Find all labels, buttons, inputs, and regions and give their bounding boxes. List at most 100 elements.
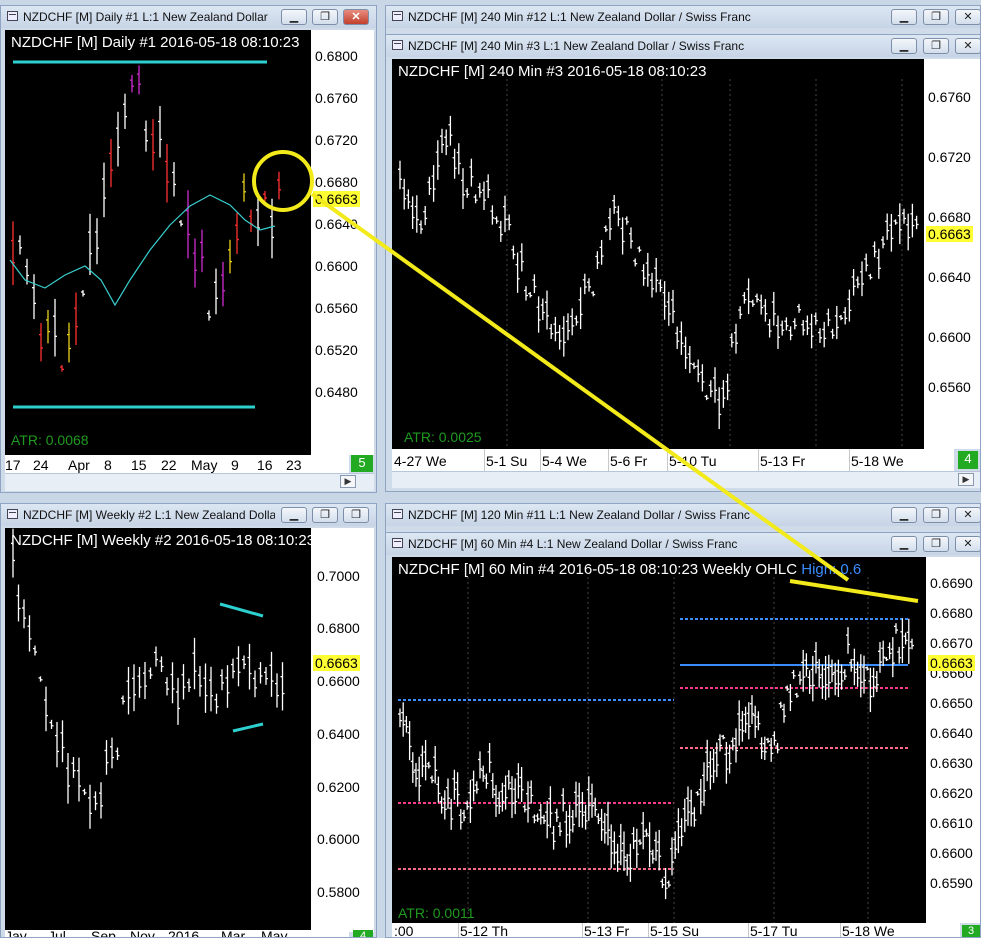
time-label: 9 [231, 457, 239, 473]
chart-window-icon [392, 11, 403, 21]
chart-window-icon [7, 11, 18, 21]
current-price-label: 0.6663 [928, 655, 975, 671]
h240-header: NZDCHF [M] 240 Min #3 2016-05-18 08:10:2… [398, 63, 707, 80]
price-tick: 0.6650 [930, 695, 973, 711]
h240-scrollbar[interactable]: ▶ [392, 471, 980, 488]
m60-plot-area[interactable]: NZDCHF [M] 60 Min #4 2016-05-18 08:10:23… [392, 557, 926, 923]
chart-window-icon [7, 509, 18, 519]
price-tick: 0.7000 [317, 568, 360, 584]
close-button[interactable]: ✕ [343, 9, 369, 25]
time-label: 24 [33, 457, 49, 473]
h240-window-title: NZDCHF [M] 240 Min #3 L:1 New Zealand Do… [408, 39, 745, 53]
m60-time-axis[interactable]: :00 5-12 Th 5-13 Fr 5-15 Su 5-17 Tu 5-18… [392, 923, 960, 938]
price-tick: 0.6760 [928, 89, 971, 105]
time-label: 5-1 Su [486, 453, 528, 469]
chart-window-icon [392, 40, 403, 50]
time-label: 5-6 Fr [610, 453, 648, 469]
daily-chart-window[interactable]: NZDCHF [M] Daily #1 L:1 New Zealand Doll… [0, 5, 377, 493]
daily-scrollbar[interactable]: ▶ [5, 473, 374, 491]
h240-time-axis[interactable]: 4-27 We 5-1 Su 5-4 We 5-6 Fr 5-10 Tu 5-1… [392, 449, 954, 471]
time-separator [758, 449, 759, 471]
price-tick: 0.6800 [315, 48, 358, 64]
price-tick: 0.6640 [928, 269, 971, 285]
weekly-chart-window[interactable]: NZDCHF [M] Weekly #2 L:1 New Zealand Dol… [0, 503, 377, 938]
time-label: 22 [161, 457, 177, 473]
time-label: :00 [394, 923, 414, 938]
h240-back-window[interactable]: NZDCHF [M] 240 Min #12 L:1 New Zealand D… [385, 5, 981, 35]
daily-plot-area[interactable]: NZDCHF [M] Daily #1 2016-05-18 08:10:23 … [5, 30, 311, 455]
m120-title-bar[interactable]: NZDCHF [M] 120 Min #11 L:1 New Zealand D… [386, 504, 980, 526]
price-tick: 0.5800 [317, 884, 360, 900]
minimize-button[interactable]: ▁ [281, 9, 307, 25]
minimize-button[interactable]: ▁ [891, 507, 917, 523]
time-label: 15 [131, 457, 147, 473]
time-label: 5-10 Tu [669, 453, 717, 469]
daily-title-bar[interactable]: NZDCHF [M] Daily #1 L:1 New Zealand Doll… [1, 6, 376, 28]
restore-button[interactable]: ❐ [923, 507, 949, 523]
time-label: May [261, 930, 288, 938]
h240-price-axis[interactable]: 0.6760 0.6720 0.6680 0.6640 0.6600 0.656… [924, 59, 980, 449]
price-tick: 0.6680 [928, 209, 971, 225]
m60-title-bar[interactable]: NZDCHF [M] 60 Min #4 L:1 New Zealand Dol… [386, 533, 980, 555]
m60-atr: ATR: 0.0011 [398, 905, 475, 921]
time-label: 5-4 We [542, 453, 587, 469]
daily-header: NZDCHF [M] Daily #1 2016-05-18 08:10:23 [11, 34, 300, 51]
minimize-button[interactable]: ▁ [891, 9, 917, 25]
price-tick: 0.6680 [315, 174, 358, 190]
weekly-candles [11, 528, 285, 829]
time-label: May [191, 457, 218, 473]
restore-button[interactable]: ❐ [923, 9, 949, 25]
restore-button[interactable]: ❐ [312, 9, 338, 25]
weekly-header: NZDCHF [M] Weekly #2 2016-05-18 08:10:23 [11, 532, 311, 549]
bar-count-badge: 4 [958, 451, 978, 469]
minimize-button[interactable]: ▁ [891, 38, 917, 54]
price-tick: 0.6600 [315, 258, 358, 274]
m120-back-window[interactable]: NZDCHF [M] 120 Min #11 L:1 New Zealand D… [385, 503, 981, 533]
minimize-button[interactable]: ▁ [281, 507, 307, 523]
price-tick: 0.6800 [317, 620, 360, 636]
daily-window-title: NZDCHF [M] Daily #1 L:1 New Zealand Doll… [23, 10, 271, 24]
weekly-plot-area[interactable]: NZDCHF [M] Weekly #2 2016-05-18 08:10:23 [5, 528, 311, 932]
close-button[interactable]: ✕ [955, 507, 980, 523]
time-label: 16 [257, 457, 273, 473]
close-button[interactable]: ✕ [955, 9, 980, 25]
bar-count-badge: 5 [351, 455, 373, 472]
trend-line-lower [232, 722, 264, 733]
close-button[interactable]: ✕ [955, 536, 980, 552]
scroll-right-button[interactable]: ▶ [340, 475, 356, 488]
close-button[interactable]: ✕ [955, 38, 980, 54]
h240-title-bar[interactable]: NZDCHF [M] 240 Min #3 L:1 New Zealand Do… [386, 35, 980, 57]
h240-back-window-title: NZDCHF [M] 240 Min #12 L:1 New Zealand D… [408, 10, 751, 24]
daily-time-axis[interactable]: 17 24 Apr 8 15 22 May 9 16 23 [5, 455, 349, 473]
weekly-price-axis[interactable]: 0.7000 0.6800 0.6600 0.6400 0.6200 0.600… [311, 528, 374, 932]
weekly-window-title: NZDCHF [M] Weekly #2 L:1 New Zealand Dol… [23, 508, 275, 522]
weekly-title-bar[interactable]: NZDCHF [M] Weekly #2 L:1 New Zealand Dol… [1, 504, 376, 526]
restore-button[interactable]: ❐ [923, 38, 949, 54]
daily-candles [9, 60, 281, 409]
h240-candles [398, 79, 919, 449]
chart-window-icon [392, 538, 403, 548]
price-tick: 0.6680 [930, 605, 973, 621]
restore-button[interactable]: ❐ [923, 536, 949, 552]
h240-plot-area[interactable]: NZDCHF [M] 240 Min #3 2016-05-18 08:10:2… [392, 59, 924, 449]
m60-chart-window[interactable]: NZDCHF [M] 60 Min #4 L:1 New Zealand Dol… [385, 532, 981, 938]
daily-price-axis[interactable]: 0.6800 0.6760 0.6720 0.6680 0.6640 0.660… [311, 30, 374, 455]
current-price-label: 0.6663 [926, 226, 973, 242]
time-label: 5-18 We [851, 453, 904, 469]
h240-atr: ATR: 0.0025 [404, 429, 482, 445]
h240-chart-window[interactable]: NZDCHF [M] 240 Min #3 L:1 New Zealand Do… [385, 34, 981, 492]
time-label: Jay [5, 930, 27, 938]
time-separator [648, 923, 649, 937]
price-tick: 0.6200 [317, 779, 360, 795]
scroll-right-button[interactable]: ▶ [958, 473, 974, 486]
m60-price-axis[interactable]: 0.6690 0.6680 0.6670 0.6660 0.6650 0.664… [926, 557, 980, 923]
weekly-time-axis[interactable]: Jay Jul Sep Nov 2016 Mar May [5, 930, 349, 938]
time-label: Nov [130, 930, 155, 938]
price-tick: 0.6520 [315, 342, 358, 358]
h240-back-title-bar[interactable]: NZDCHF [M] 240 Min #12 L:1 New Zealand D… [386, 6, 980, 28]
minimize-button[interactable]: ▁ [891, 536, 917, 552]
maximize-button[interactable]: ❐ [343, 507, 369, 523]
price-tick: 0.6670 [930, 635, 973, 651]
price-tick: 0.6640 [315, 216, 358, 232]
restore-button[interactable]: ❐ [312, 507, 338, 523]
